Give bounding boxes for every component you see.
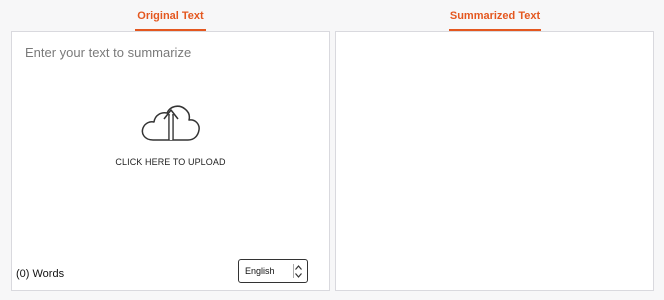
language-select[interactable]: English: [238, 259, 308, 283]
text-input-placeholder[interactable]: Enter your text to summarize: [25, 45, 191, 60]
tab-original-text[interactable]: Original Text: [135, 0, 206, 31]
tab-summarized-text[interactable]: Summarized Text: [449, 0, 541, 31]
cloud-upload-icon[interactable]: [139, 100, 203, 144]
chevron-up-down-icon: [294, 264, 303, 281]
tab-summarized-text-label: Summarized Text: [449, 9, 541, 22]
language-select-value: English: [245, 266, 275, 276]
upload-area[interactable]: CLICK HERE TO UPLOAD: [12, 100, 329, 167]
summarized-text-panel: [335, 31, 654, 291]
original-text-panel[interactable]: Enter your text to summarize CLICK HERE …: [11, 31, 330, 291]
tab-original-text-label: Original Text: [137, 9, 204, 22]
upload-label[interactable]: CLICK HERE TO UPLOAD: [115, 157, 225, 167]
word-count: (0) Words: [16, 268, 65, 280]
